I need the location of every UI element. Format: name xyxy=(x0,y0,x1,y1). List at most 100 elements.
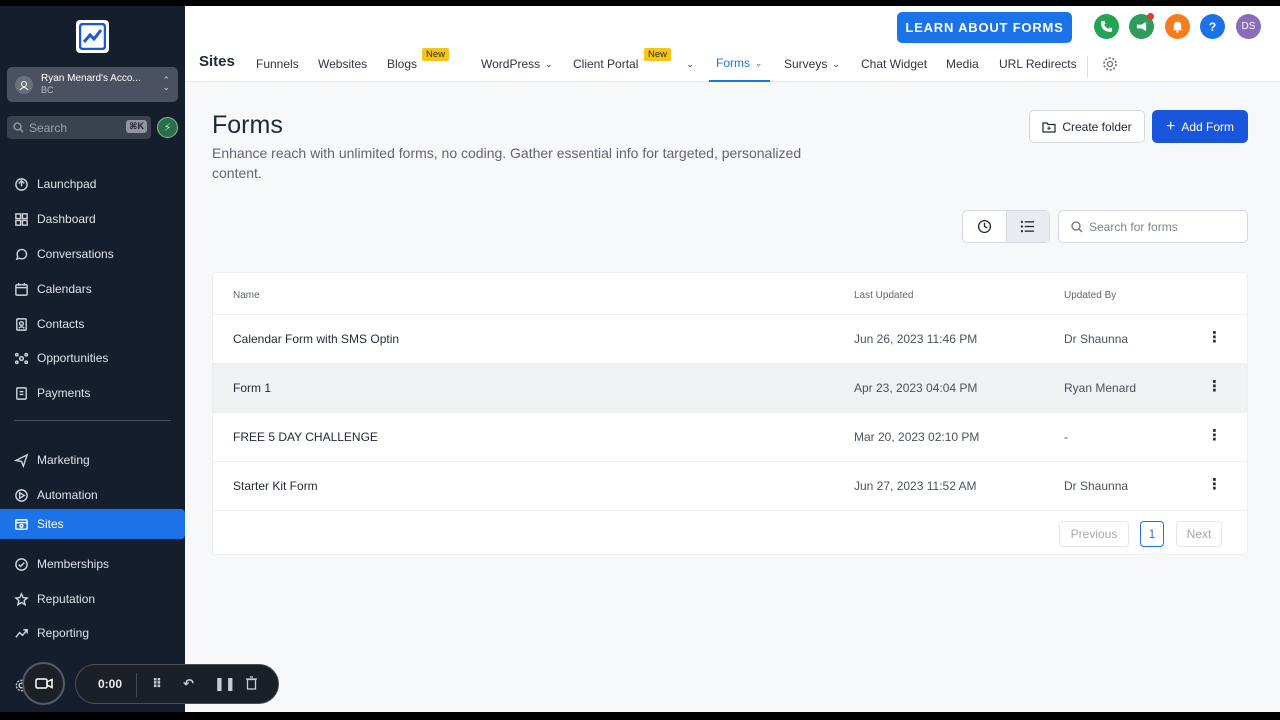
tab-surveys[interactable]: Surveys ⌄ xyxy=(784,46,840,82)
sidebar-item-memberships[interactable]: Memberships xyxy=(0,550,185,578)
phone-icon[interactable] xyxy=(1094,14,1119,39)
account-switcher[interactable]: Ryan Menard's Acco... BC ⌃ ⌄ xyxy=(7,67,178,102)
table-row[interactable]: Calendar Form with SMS Optin Jun 26, 202… xyxy=(213,314,1247,363)
sidebar-item-launchpad[interactable]: Launchpad xyxy=(0,170,185,198)
app-logo[interactable] xyxy=(76,20,109,53)
page-title: Forms xyxy=(212,111,283,139)
tab-media[interactable]: Media xyxy=(946,46,979,82)
dashboard-icon xyxy=(15,212,28,226)
sidebar-item-automation[interactable]: Automation xyxy=(0,481,185,509)
recorder-camera-button[interactable] xyxy=(22,662,65,705)
help-icon[interactable]: ? xyxy=(1200,14,1225,39)
contacts-icon xyxy=(16,317,27,331)
tab-url-redirects[interactable]: URL Redirects xyxy=(999,46,1077,82)
forms-table: Name Last Updated Updated By Calendar Fo… xyxy=(212,272,1248,555)
table-footer-divider xyxy=(213,510,1247,511)
account-name: Ryan Menard's Acco... xyxy=(41,73,141,84)
avatar[interactable]: DS xyxy=(1236,14,1261,39)
sidebar-item-conversations[interactable]: Conversations xyxy=(0,240,185,268)
form-name[interactable]: Calendar Form with SMS Optin xyxy=(233,332,399,346)
form-name[interactable]: Form 1 xyxy=(233,381,271,395)
tab-label: WordPress xyxy=(481,57,541,71)
table-row[interactable]: Form 1 Apr 23, 2023 04:04 PM Ryan Menard… xyxy=(213,363,1247,412)
forms-search-input[interactable]: Search for forms xyxy=(1058,210,1248,243)
last-updated: Jun 26, 2023 11:46 PM xyxy=(854,332,978,346)
tab-blogs[interactable]: Blogs xyxy=(387,46,417,82)
more-options-icon[interactable]: ⋮ xyxy=(1207,329,1222,347)
sidebar-item-reporting[interactable]: Reporting xyxy=(0,619,185,647)
sidebar-item-payments[interactable]: Payments xyxy=(0,379,185,407)
quick-action-bolt-icon[interactable]: ⚡ xyxy=(157,117,178,138)
sidebar-item-marketing[interactable]: Marketing xyxy=(0,446,185,474)
table-row[interactable]: FREE 5 DAY CHALLENGE Mar 20, 2023 02:10 … xyxy=(213,412,1247,461)
sidebar-item-dashboard[interactable]: Dashboard xyxy=(0,205,185,233)
sidebar-item-label: Reputation xyxy=(37,592,96,606)
bell-icon[interactable] xyxy=(1165,14,1190,39)
pause-icon[interactable]: ❚❚ xyxy=(214,676,236,692)
updated-by: Ryan Menard xyxy=(1064,381,1137,395)
drag-handle-icon[interactable]: ⠿ xyxy=(152,676,162,692)
chat-icon xyxy=(15,248,28,260)
search-placeholder: Search for forms xyxy=(1089,219,1178,234)
recorder-divider xyxy=(136,673,137,697)
tab-wordpress[interactable]: WordPress ⌄ xyxy=(481,46,553,82)
search-shortcut: ⌘K xyxy=(126,120,147,133)
form-name[interactable]: Starter Kit Form xyxy=(233,479,318,493)
star-icon xyxy=(14,591,29,606)
more-options-icon[interactable]: ⋮ xyxy=(1207,378,1222,396)
sidebar-item-label: Memberships xyxy=(37,557,110,571)
automation-icon xyxy=(15,488,28,502)
sidebar-search[interactable]: Search ⌘K xyxy=(7,116,151,139)
sidebar-item-calendars[interactable]: Calendars xyxy=(0,275,185,303)
tab-client-portal[interactable]: Client Portal ⌄ xyxy=(573,46,694,82)
plus-icon: + xyxy=(1165,117,1176,135)
sidebar-item-label: Payments xyxy=(37,386,91,400)
recorder-timer: 0:00 xyxy=(98,677,123,691)
learn-about-forms-button[interactable]: LEARN ABOUT FORMS xyxy=(897,12,1072,43)
sidebar-item-contacts[interactable]: Contacts xyxy=(0,310,185,338)
list-view-button[interactable] xyxy=(1005,211,1049,242)
chevron-down-icon: ⌄ xyxy=(755,57,763,68)
column-header-name[interactable]: Name xyxy=(233,290,260,301)
sidebar-item-label: Opportunities xyxy=(37,351,109,365)
logo-icon xyxy=(79,23,106,50)
gear-icon[interactable] xyxy=(1102,46,1118,82)
tab-chat-widget[interactable]: Chat Widget xyxy=(861,46,927,82)
tab-websites[interactable]: Websites xyxy=(318,46,367,82)
chevron-updown-icon: ⌃ ⌄ xyxy=(162,75,170,92)
tab-funnels[interactable]: Funnels xyxy=(256,46,299,82)
notification-dot xyxy=(1147,13,1154,20)
sidebar-item-sites[interactable]: Sites xyxy=(0,509,185,539)
search-icon xyxy=(13,122,24,133)
previous-page-button[interactable]: Previous xyxy=(1059,521,1129,547)
sidebar-item-label: Marketing xyxy=(37,453,90,467)
sidebar-item-label: Calendars xyxy=(37,282,92,296)
tab-label: Surveys xyxy=(784,57,828,71)
tab-label: Forms xyxy=(716,56,750,70)
table-row[interactable]: Starter Kit Form Jun 27, 2023 11:52 AM D… xyxy=(213,461,1247,510)
add-form-button[interactable]: + Add Form xyxy=(1152,110,1248,143)
video-camera-icon xyxy=(34,678,53,689)
page-description: Enhance reach with unlimited forms, no c… xyxy=(212,145,802,181)
last-updated: Mar 20, 2023 02:10 PM xyxy=(854,430,980,444)
sidebar-item-label: Reporting xyxy=(37,626,90,640)
column-header-updated-by[interactable]: Updated By xyxy=(1064,290,1116,301)
more-options-icon[interactable]: ⋮ xyxy=(1207,476,1222,494)
next-page-button[interactable]: Next xyxy=(1176,521,1222,547)
view-toggle xyxy=(962,210,1050,243)
current-page-button[interactable]: 1 xyxy=(1140,521,1164,547)
more-options-icon[interactable]: ⋮ xyxy=(1207,427,1222,445)
sidebar-item-reputation[interactable]: Reputation xyxy=(0,585,185,613)
create-folder-button[interactable]: Create folder xyxy=(1029,110,1145,143)
calendar-icon xyxy=(15,282,28,296)
sidebar-item-label: Launchpad xyxy=(37,177,97,191)
column-header-last-updated[interactable]: Last Updated xyxy=(854,290,914,301)
megaphone-icon[interactable] xyxy=(1129,13,1154,39)
form-name[interactable]: FREE 5 DAY CHALLENGE xyxy=(233,430,378,444)
undo-icon[interactable]: ↶ xyxy=(183,676,194,692)
recent-view-button[interactable] xyxy=(963,211,1006,242)
memberships-icon xyxy=(15,557,28,571)
trash-icon[interactable] xyxy=(245,676,258,693)
tab-forms[interactable]: Forms ⌄ xyxy=(709,46,770,82)
sidebar-item-opportunities[interactable]: Opportunities xyxy=(0,344,185,372)
